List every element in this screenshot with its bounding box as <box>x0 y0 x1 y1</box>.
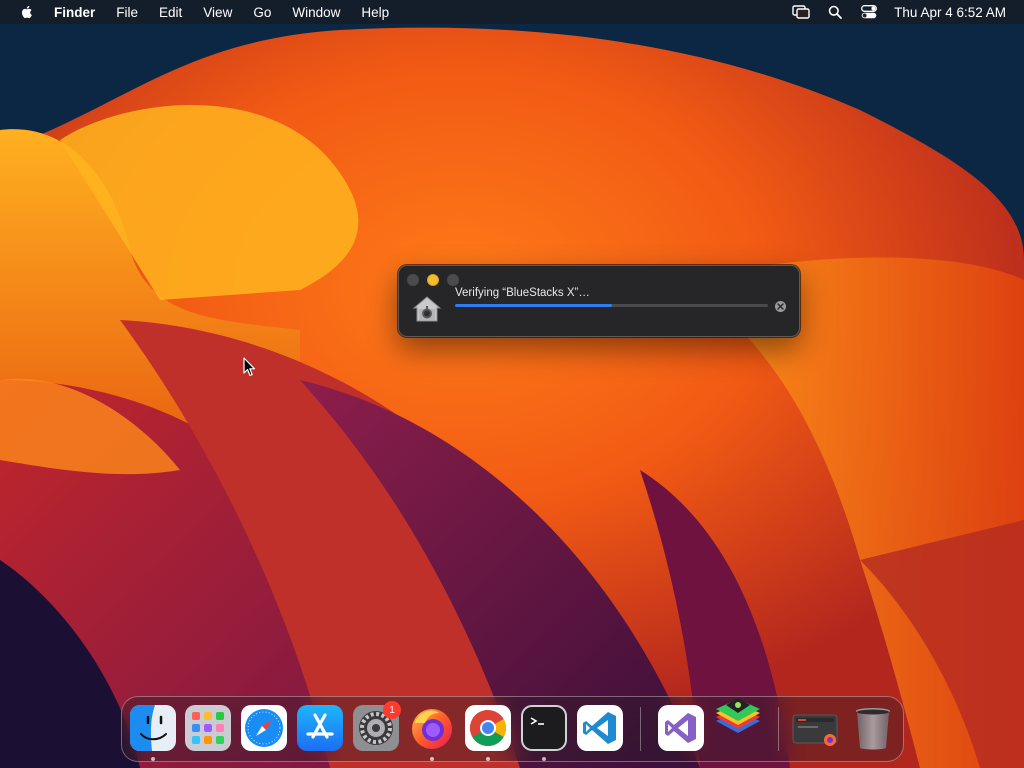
bluestacks-icon <box>716 698 760 733</box>
dock-running-indicator <box>486 757 490 761</box>
window-close-button[interactable] <box>407 274 419 286</box>
dock-safari[interactable] <box>241 705 287 751</box>
menubar-clock[interactable]: Thu Apr 4 6:52 AM <box>894 5 1006 20</box>
screen-mirroring-icon[interactable] <box>792 4 810 20</box>
mouse-pointer-icon <box>243 357 256 377</box>
window-zoom-button[interactable] <box>447 274 459 286</box>
finder-icon <box>130 705 176 751</box>
dock-firefox[interactable] <box>409 705 455 751</box>
dock-app-store[interactable] <box>297 705 343 751</box>
dock-running-indicator <box>542 757 546 761</box>
control-center-icon[interactable] <box>860 4 878 20</box>
terminal-icon <box>521 705 567 751</box>
dock-vscode[interactable] <box>577 705 623 751</box>
spotlight-search-icon[interactable] <box>826 4 844 20</box>
dock-launchpad[interactable] <box>185 705 231 751</box>
app-store-icon <box>297 705 343 751</box>
window-minimize-button[interactable] <box>427 274 439 286</box>
dock-trash[interactable] <box>850 705 896 751</box>
safari-icon <box>241 705 287 751</box>
gatekeeper-house-icon <box>412 296 442 322</box>
menu-app-name[interactable]: Finder <box>54 5 95 20</box>
verification-message: Verifying “BlueStacks X”… <box>455 287 590 299</box>
close-x-icon <box>777 303 784 310</box>
apple-menu-icon[interactable] <box>19 4 35 20</box>
cancel-verification-button[interactable] <box>775 301 786 312</box>
dock-running-indicator <box>151 757 155 761</box>
dock: 1 <box>121 696 904 762</box>
menu-window[interactable]: Window <box>292 5 340 20</box>
dock-system-settings[interactable]: 1 <box>353 701 401 751</box>
dock-bluestacks[interactable] <box>712 691 764 743</box>
dock-finder[interactable] <box>130 705 176 751</box>
verification-progress-bar <box>455 304 768 307</box>
menubar-status-area: Thu Apr 4 6:52 AM <box>776 0 1006 24</box>
trash-icon <box>856 708 890 750</box>
menu-edit[interactable]: Edit <box>159 5 182 20</box>
vscode-icon <box>577 705 623 751</box>
dock-chrome[interactable] <box>465 705 511 751</box>
dock-running-indicator <box>430 757 434 761</box>
menu-file[interactable]: File <box>116 5 138 20</box>
visual-studio-icon <box>658 705 704 751</box>
menu-help[interactable]: Help <box>361 5 389 20</box>
verification-progress-fill <box>455 304 612 307</box>
menu-bar: Finder File Edit View Go Window Help Thu… <box>0 0 1024 24</box>
dock-visual-studio[interactable] <box>658 705 704 751</box>
dock-separator <box>640 707 641 751</box>
dock-terminal[interactable] <box>521 705 567 751</box>
chrome-icon <box>465 705 511 751</box>
notification-badge: 1 <box>383 701 401 719</box>
desktop-wallpaper <box>0 0 1024 768</box>
launchpad-icon <box>185 705 231 751</box>
dock-downloads-stack[interactable] <box>792 705 838 751</box>
menu-view[interactable]: View <box>203 5 232 20</box>
firefox-icon <box>412 709 452 749</box>
menu-go[interactable]: Go <box>253 5 271 20</box>
dock-separator <box>778 707 779 751</box>
verification-dialog: Verifying “BlueStacks X”… <box>398 265 800 337</box>
downloads-stack-icon <box>792 714 838 746</box>
